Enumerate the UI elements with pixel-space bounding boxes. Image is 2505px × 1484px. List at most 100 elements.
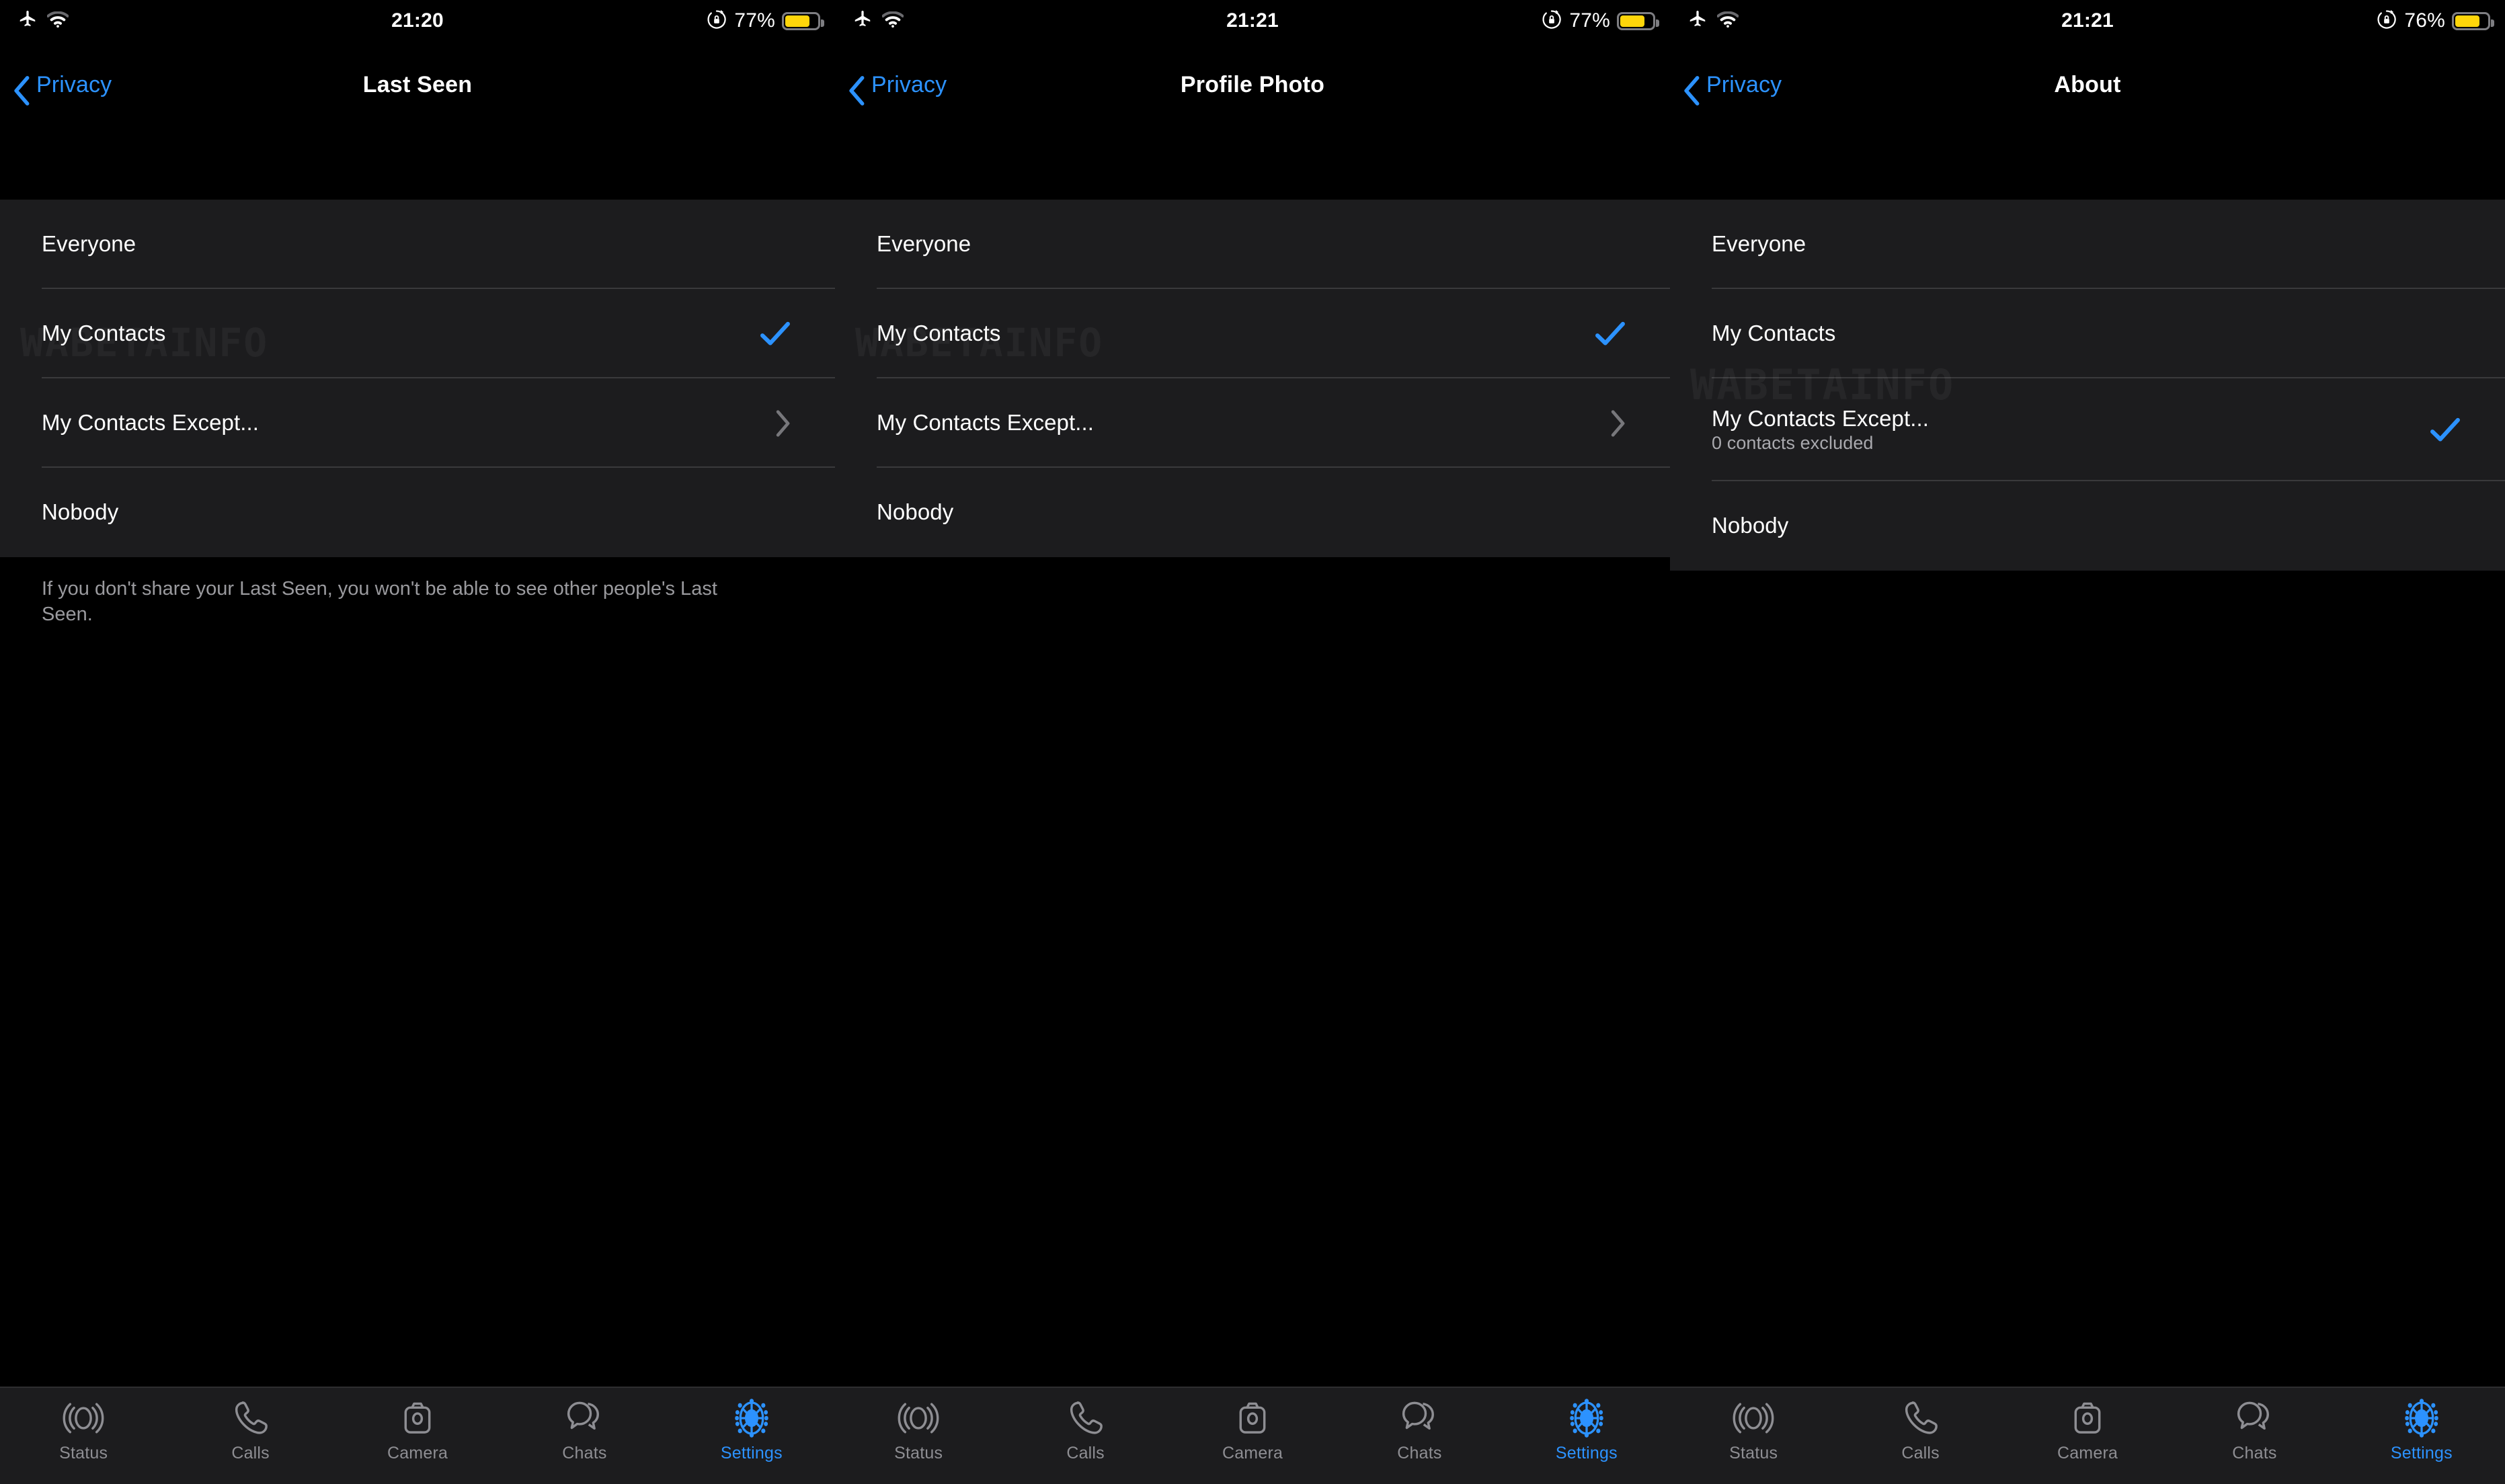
tab-label: Camera	[2057, 1444, 2118, 1462]
list-item[interactable]: Nobody	[0, 468, 835, 557]
back-button-label: Privacy	[1706, 72, 1782, 97]
tab-calls[interactable]: Calls	[1837, 1388, 2003, 1463]
status-icon	[63, 1397, 104, 1439]
rotation-lock-icon	[1541, 9, 1562, 34]
tab-label: Settings	[1555, 1444, 1618, 1462]
check-icon	[2427, 412, 2463, 448]
chats-icon	[2233, 1397, 2275, 1439]
list-item-label: My Contacts Except...	[1712, 405, 1930, 431]
tab-label: Status	[59, 1444, 108, 1462]
back-chevron-icon	[12, 75, 32, 106]
content-top-gap	[835, 128, 1670, 200]
tab-label: Calls	[1066, 1444, 1105, 1462]
tab-label: Calls	[231, 1444, 270, 1462]
back-button[interactable]: Privacy	[1670, 72, 1782, 106]
back-button[interactable]: Privacy	[0, 72, 112, 106]
tab-label: Settings	[2390, 1444, 2453, 1462]
list-item[interactable]: My Contacts	[1670, 289, 2505, 378]
screen-content: Everyone My Contacts My Contacts Except.…	[0, 128, 835, 1387]
list-item-label: My Contacts Except...	[877, 410, 1095, 436]
list-item[interactable]: Everyone	[1670, 200, 2505, 289]
screen-content: Everyone My Contacts My Contacts Except.…	[1670, 128, 2505, 1387]
tab-chats[interactable]: Chats	[1336, 1388, 1503, 1463]
list-item-label: Everyone	[42, 231, 136, 257]
tab-chats[interactable]: Chats	[2171, 1388, 2338, 1463]
rotation-lock-icon	[2376, 9, 2397, 34]
privacy-options-list: Everyone My Contacts My Contacts Except.…	[835, 200, 1670, 557]
list-item[interactable]: My Contacts Except...	[0, 378, 835, 468]
privacy-options-list: Everyone My Contacts My Contacts Except.…	[0, 200, 835, 557]
camera-icon	[397, 1397, 438, 1439]
content-top-gap	[1670, 128, 2505, 200]
list-item[interactable]: Everyone	[0, 200, 835, 289]
status-bar: 21:20 77%	[0, 0, 835, 42]
list-item[interactable]: Everyone	[835, 200, 1670, 289]
phone-screen-1: 21:20 77% Privacy Last Seen Everyone My …	[0, 0, 835, 1484]
navigation-bar: Privacy About	[1670, 42, 2505, 128]
tab-label: Status	[894, 1444, 943, 1462]
status-icon	[898, 1397, 939, 1439]
tab-label: Settings	[720, 1444, 783, 1462]
list-item[interactable]: Nobody	[1670, 481, 2505, 571]
tab-bar[interactable]: Status Calls Camera Chats Settings	[835, 1387, 1670, 1484]
list-item[interactable]: Nobody	[835, 468, 1670, 557]
list-item[interactable]: My Contacts Except... 0 contacts exclude…	[1670, 378, 2505, 481]
tab-calls[interactable]: Calls	[1002, 1388, 1168, 1463]
camera-icon	[1232, 1397, 1273, 1439]
battery-percent-label: 76%	[2404, 9, 2445, 32]
tab-settings[interactable]: Settings	[668, 1388, 835, 1463]
list-item-label: Nobody	[877, 499, 954, 525]
tab-bar[interactable]: Status Calls Camera Chats Settings	[0, 1387, 835, 1484]
calls-icon	[1900, 1397, 1942, 1439]
tab-camera[interactable]: Camera	[1169, 1388, 1336, 1463]
tab-status[interactable]: Status	[1670, 1388, 1837, 1463]
calls-icon	[1065, 1397, 1107, 1439]
tab-status[interactable]: Status	[0, 1388, 167, 1463]
list-item-label: My Contacts	[42, 321, 166, 346]
content-top-gap	[0, 128, 835, 200]
battery-icon	[2452, 11, 2494, 30]
privacy-options-list: Everyone My Contacts My Contacts Except.…	[1670, 200, 2505, 571]
tab-camera[interactable]: Camera	[334, 1388, 501, 1463]
phone-screen-2: 21:21 77% Privacy Profile Photo Everyone…	[835, 0, 1670, 1484]
check-icon	[757, 316, 793, 352]
tab-status[interactable]: Status	[835, 1388, 1002, 1463]
list-item-label: My Contacts Except...	[42, 410, 260, 436]
tab-calls[interactable]: Calls	[167, 1388, 333, 1463]
settings-gear-icon	[2401, 1397, 2442, 1439]
battery-percent-label: 77%	[1569, 9, 1610, 32]
chats-icon	[563, 1397, 605, 1439]
back-chevron-icon	[1682, 75, 1702, 106]
tab-label: Chats	[562, 1444, 607, 1462]
back-button-label: Privacy	[871, 72, 947, 97]
page-title: Last Seen	[362, 72, 473, 97]
list-item[interactable]: My Contacts	[0, 289, 835, 378]
list-item[interactable]: My Contacts	[835, 289, 1670, 378]
navigation-bar: Privacy Profile Photo	[835, 42, 1670, 128]
chevron-right-icon	[1608, 409, 1628, 438]
screenshot-strip: 21:20 77% Privacy Last Seen Everyone My …	[0, 0, 2505, 1484]
tab-label: Chats	[1397, 1444, 1442, 1462]
battery-icon	[782, 11, 824, 30]
tab-camera[interactable]: Camera	[2004, 1388, 2171, 1463]
list-item-label: My Contacts	[877, 321, 1001, 346]
back-button-label: Privacy	[36, 72, 112, 97]
list-item-label: Everyone	[1712, 231, 1806, 257]
settings-gear-icon	[1566, 1397, 1607, 1439]
back-button[interactable]: Privacy	[835, 72, 947, 106]
list-item[interactable]: My Contacts Except...	[835, 378, 1670, 468]
tab-label: Camera	[387, 1444, 448, 1462]
navigation-bar: Privacy Last Seen	[0, 42, 835, 128]
tab-bar[interactable]: Status Calls Camera Chats Settings	[1670, 1387, 2505, 1484]
tab-settings[interactable]: Settings	[1503, 1388, 1670, 1463]
list-item-label: Nobody	[42, 499, 119, 525]
list-item-label: Nobody	[1712, 513, 1789, 538]
list-item-label: Everyone	[877, 231, 971, 257]
list-item-label: My Contacts	[1712, 321, 1836, 346]
rotation-lock-icon	[706, 9, 727, 34]
tab-label: Chats	[2232, 1444, 2277, 1462]
status-bar: 21:21 76%	[1670, 0, 2505, 42]
tab-chats[interactable]: Chats	[501, 1388, 668, 1463]
section-footer-text: If you don't share your Last Seen, you w…	[42, 578, 717, 626]
tab-settings[interactable]: Settings	[2338, 1388, 2505, 1463]
